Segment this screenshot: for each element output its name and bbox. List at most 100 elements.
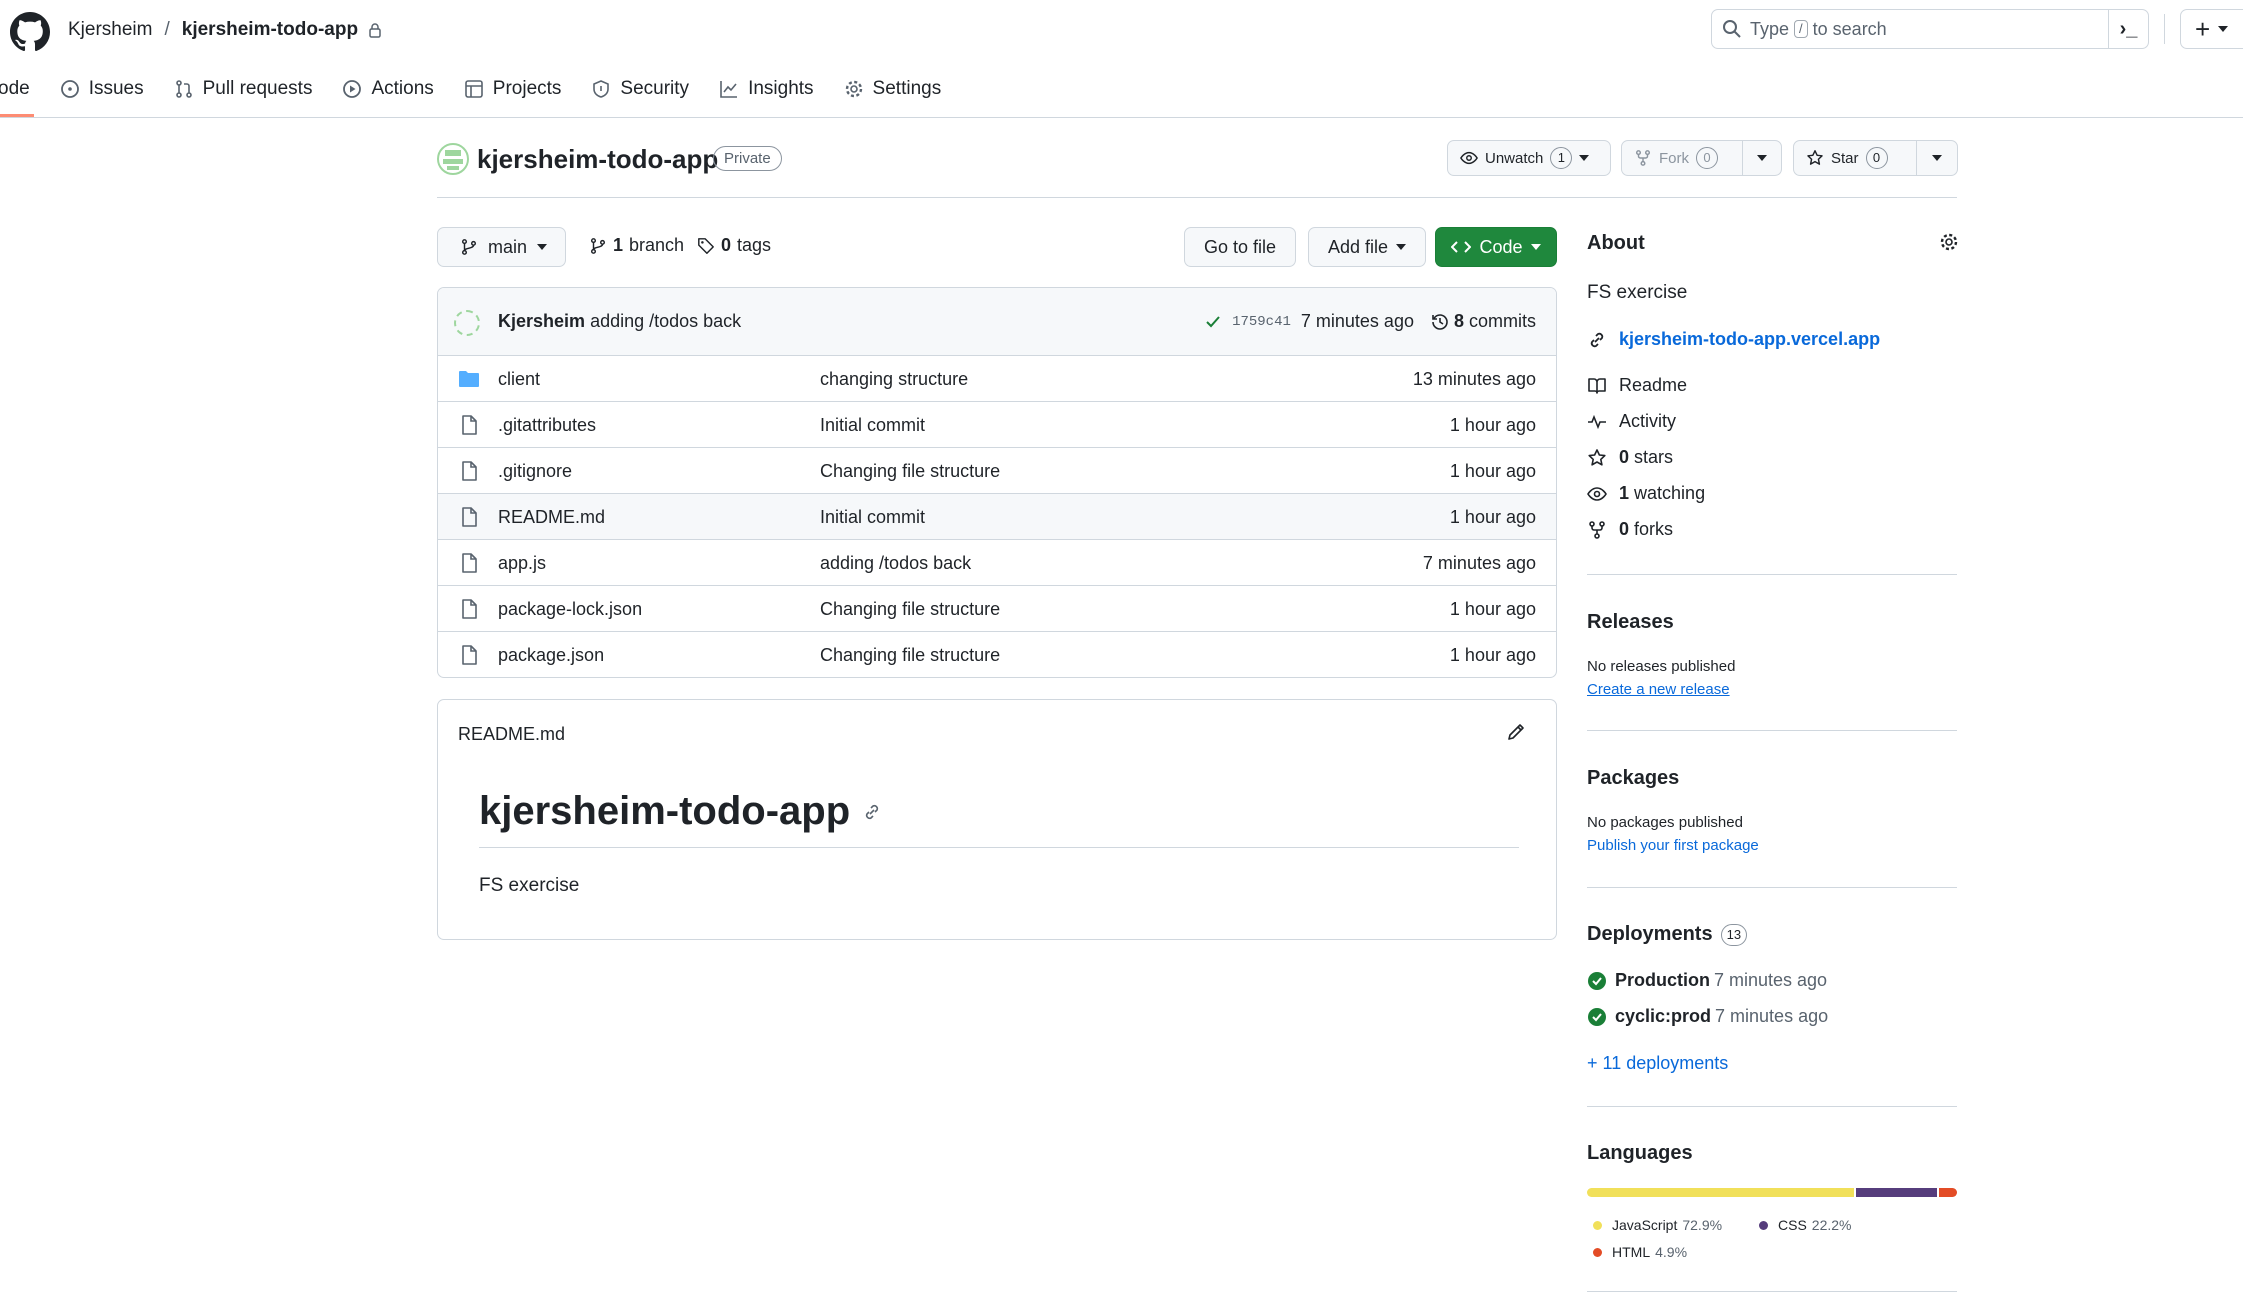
file-name[interactable]: app.js <box>498 553 546 574</box>
add-file-button[interactable]: Add file <box>1308 227 1426 267</box>
link-icon[interactable] <box>862 802 882 822</box>
repo-title[interactable]: kjersheim-todo-app <box>477 144 718 175</box>
breadcrumb-owner[interactable]: Kjersheim <box>68 19 152 41</box>
global-header: Kjersheim / kjersheim-todo-app Type / to… <box>0 0 2243 118</box>
pencil-icon[interactable] <box>1506 722 1526 742</box>
language-bar-segment <box>1939 1188 1957 1197</box>
language-item[interactable]: CSS 22.2% <box>1759 1217 1852 1233</box>
readme-title: kjersheim-todo-app <box>479 789 851 833</box>
file-commit-message[interactable]: Changing file structure <box>820 461 1000 482</box>
activity-link[interactable]: Activity <box>1587 411 1676 432</box>
branches-link[interactable]: 1 branch <box>589 235 684 256</box>
file-row[interactable]: README.md Initial commit 1 hour ago <box>438 494 1556 540</box>
shield-icon <box>593 80 610 98</box>
commit-message[interactable]: adding /todos back <box>590 311 741 331</box>
packages-heading[interactable]: Packages <box>1587 767 1679 790</box>
more-deployments-link[interactable]: + 11 deployments <box>1587 1053 1728 1074</box>
readme-link[interactable]: Readme <box>1587 375 1687 396</box>
command-palette-icon[interactable]: ›_ <box>2108 10 2148 48</box>
unwatch-button[interactable]: Unwatch 1 <box>1447 140 1611 176</box>
file-commit-message[interactable]: changing structure <box>820 369 968 390</box>
language-item[interactable]: JavaScript 72.9% <box>1593 1217 1722 1233</box>
file-commit-message[interactable]: adding /todos back <box>820 553 971 574</box>
search-suffix: to search <box>1812 18 1887 39</box>
releases-heading[interactable]: Releases <box>1587 611 1674 634</box>
language-color-dot <box>1593 1220 1602 1230</box>
star-button[interactable]: Star 0 <box>1793 140 1917 176</box>
forks-label: forks <box>1634 519 1674 539</box>
branch-select-button[interactable]: main <box>437 227 566 267</box>
tab-label: Projects <box>492 78 562 99</box>
tab-settings[interactable]: Settings <box>844 74 941 104</box>
fork-button[interactable]: Fork 0 <box>1621 140 1743 176</box>
tags-link[interactable]: 0 tags <box>697 235 771 256</box>
homepage-link[interactable]: kjersheim-todo-app.vercel.app <box>1587 329 1880 350</box>
commit-author[interactable]: Kjersheim <box>498 311 585 331</box>
deployment-item[interactable]: cyclic:prod 7 minutes ago <box>1587 1006 1828 1027</box>
visibility-badge: Private <box>713 146 782 171</box>
homepage-url: kjersheim-todo-app.vercel.app <box>1619 329 1881 349</box>
deployment-item[interactable]: Production 7 minutes ago <box>1587 970 1827 991</box>
stars-link[interactable]: 0 stars <box>1587 447 1673 468</box>
create-new-button[interactable]: + <box>2180 9 2243 49</box>
readme-filename[interactable]: README.md <box>458 724 565 745</box>
file-name[interactable]: .gitattributes <box>498 415 596 436</box>
file-commit-time: 1 hour ago <box>1449 461 1536 481</box>
file-row[interactable]: package.json Changing file structure 1 hou… <box>438 632 1556 677</box>
tab-insights[interactable]: Insights <box>719 74 814 104</box>
file-commit-time: 13 minutes ago <box>1412 369 1536 389</box>
file-row[interactable]: client changing structure 13 minutes ago <box>438 356 1556 402</box>
file-commit-message[interactable]: Changing file structure <box>820 645 1000 666</box>
commits-link[interactable]: 8 commits <box>1454 311 1536 332</box>
commit-summary: Kjersheim adding /todos back <box>498 311 741 332</box>
deployment-name: cyclic:prod <box>1615 1006 1712 1026</box>
create-release-link[interactable]: Create a new release <box>1587 681 1730 698</box>
avatar[interactable] <box>437 143 469 175</box>
publish-package-link[interactable]: Publish your first package <box>1587 837 1759 854</box>
file-commit-time: 1 hour ago <box>1449 599 1536 619</box>
file-commit-message[interactable]: Changing file structure <box>820 599 1000 620</box>
packages-empty: No packages published <box>1587 814 1743 831</box>
file-name[interactable]: package.json <box>498 645 604 666</box>
commit-author-avatar[interactable] <box>454 310 480 336</box>
language-name: JavaScript <box>1612 1217 1678 1233</box>
file-commit-time: 1 hour ago <box>1449 415 1536 435</box>
breadcrumb-repo[interactable]: kjersheim-todo-app <box>182 19 358 41</box>
gear-icon[interactable] <box>1939 232 1959 252</box>
go-to-file-button[interactable]: Go to file <box>1184 227 1296 267</box>
language-name: HTML <box>1612 1244 1651 1260</box>
file-name[interactable]: client <box>498 369 540 390</box>
play-icon <box>343 80 362 98</box>
tab-pull-requests[interactable]: Pull requests <box>174 74 312 104</box>
commit-sha[interactable]: 1759c41 <box>1232 314 1291 330</box>
code-label: Code <box>1479 236 1523 257</box>
file-row[interactable]: .gitattributes Initial commit 1 hour ago <box>438 402 1556 448</box>
tab-projects[interactable]: Projects <box>464 74 562 104</box>
file-name[interactable]: README.md <box>498 507 605 528</box>
deployment-time: 7 minutes ago <box>1714 970 1828 990</box>
github-logo-icon[interactable] <box>10 12 50 52</box>
chevron-down-icon <box>1932 155 1942 161</box>
fork-dropdown-button[interactable] <box>1742 140 1782 176</box>
file-name[interactable]: package-lock.json <box>498 599 642 620</box>
language-item[interactable]: HTML 4.9% <box>1593 1244 1687 1260</box>
file-row[interactable]: package-lock.json Changing file structure… <box>438 586 1556 632</box>
file-commit-message[interactable]: Initial commit <box>820 415 925 436</box>
star-label: Star <box>1831 149 1859 167</box>
forks-link[interactable]: 0 forks <box>1587 519 1673 540</box>
star-dropdown-button[interactable] <box>1916 140 1958 176</box>
code-button[interactable]: Code <box>1435 227 1557 267</box>
file-row[interactable]: app.js adding /todos back 7 minutes ago <box>438 540 1556 586</box>
deployments-heading[interactable]: Deployments <box>1587 923 1713 946</box>
history-icon <box>1432 313 1448 330</box>
tab-actions[interactable]: Actions <box>342 74 434 104</box>
file-row[interactable]: .gitignore Changing file structure 1 hour … <box>438 448 1556 494</box>
tab-code[interactable]: ode <box>0 74 34 117</box>
file-commit-message[interactable]: Initial commit <box>820 507 925 528</box>
file-name[interactable]: .gitignore <box>498 461 572 482</box>
search-input[interactable]: Type / to search ›_ <box>1711 9 2149 49</box>
watching-link[interactable]: 1 watching <box>1587 483 1705 504</box>
tab-security[interactable]: Security <box>591 74 689 104</box>
tab-issues[interactable]: Issues <box>60 74 144 104</box>
search-prefix: Type <box>1750 18 1790 39</box>
